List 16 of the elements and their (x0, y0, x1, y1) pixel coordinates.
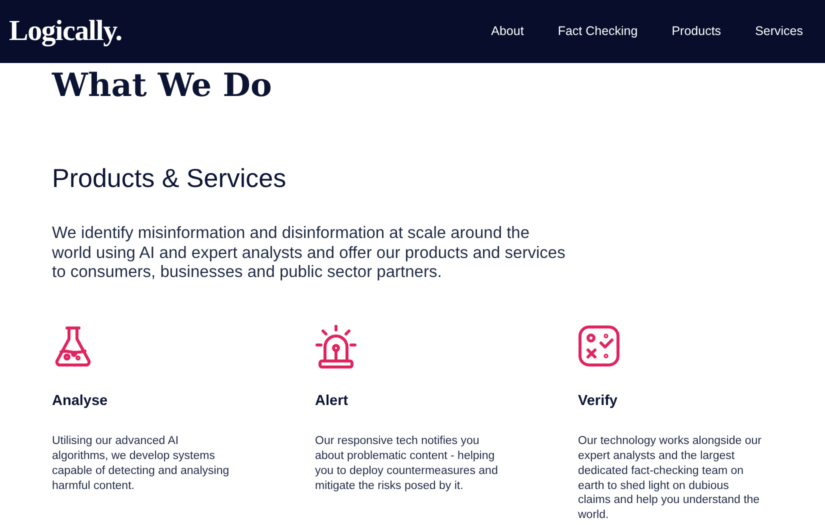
checklist-icon (578, 324, 620, 368)
siren-icon (315, 324, 357, 368)
page-title: What We Do (52, 69, 273, 101)
nav-link[interactable]: About (491, 22, 524, 41)
logo[interactable]: Logically. (9, 10, 122, 54)
nav-link[interactable]: Products (672, 22, 722, 41)
intro-paragraph: We identify misinformation and disinformation at scale around the world using AI and expert analysts and offer our products and services to consumers, businesses and public sector partners. (52, 224, 566, 282)
feature-description: Our technology works alongside our expert analysts and the largest dedicated fact-checking team on earth to shed light on dubious claims and help you understand the world. (578, 434, 762, 524)
feature-title: Verify (578, 392, 618, 410)
feature-description: Our responsive tech notifies you about problematic content - helping you to deploy countermeasures and mitigate the risks posed by it. (315, 434, 499, 494)
section-title: Products & Services (52, 162, 288, 195)
nav-link[interactable]: Services (755, 22, 803, 41)
feature-title: Alert (315, 392, 350, 410)
nav-link[interactable]: Fact Checking (558, 22, 638, 41)
feature-description: Utilising our advanced AI algorithms, we develop systems capable of detecting and analysing harmful content. (52, 434, 230, 494)
feature-title: Analyse (52, 392, 109, 410)
